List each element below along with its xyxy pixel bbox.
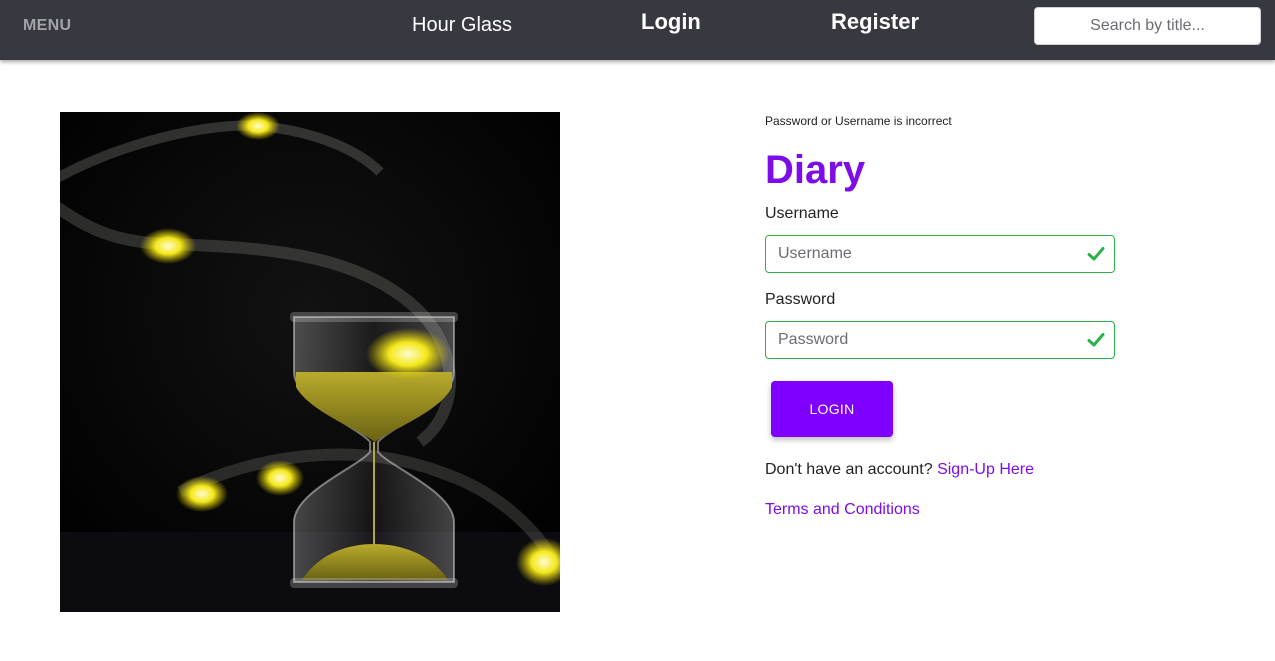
login-button[interactable]: LOGIN — [771, 381, 893, 437]
signup-link[interactable]: Sign-Up Here — [937, 461, 1034, 478]
menu-button[interactable]: MENU — [23, 17, 71, 35]
nav-register-link[interactable]: Register — [831, 9, 919, 35]
username-label: Username — [765, 205, 839, 222]
password-field-wrapper — [765, 321, 1115, 359]
top-navbar: MENU Hour Glass Login Register — [0, 0, 1275, 60]
check-icon — [1087, 247, 1105, 261]
password-input[interactable] — [765, 321, 1115, 359]
check-icon — [1087, 333, 1105, 347]
page-title: Diary — [765, 148, 866, 192]
signup-prompt-line: Don't have an account? Sign-Up Here — [765, 461, 1034, 479]
brand-title[interactable]: Hour Glass — [412, 14, 512, 37]
username-field-wrapper — [765, 235, 1115, 273]
hourglass-image — [60, 112, 560, 612]
password-label: Password — [765, 291, 836, 308]
username-input[interactable] — [765, 235, 1115, 273]
nav-login-link[interactable]: Login — [641, 9, 701, 35]
signup-prompt-text: Don't have an account? — [765, 461, 933, 478]
terms-line: Terms and Conditions — [765, 501, 920, 519]
terms-link[interactable]: Terms and Conditions — [765, 501, 920, 518]
search-input[interactable] — [1034, 7, 1261, 45]
error-message: Password or Username is incorrect — [765, 114, 952, 128]
